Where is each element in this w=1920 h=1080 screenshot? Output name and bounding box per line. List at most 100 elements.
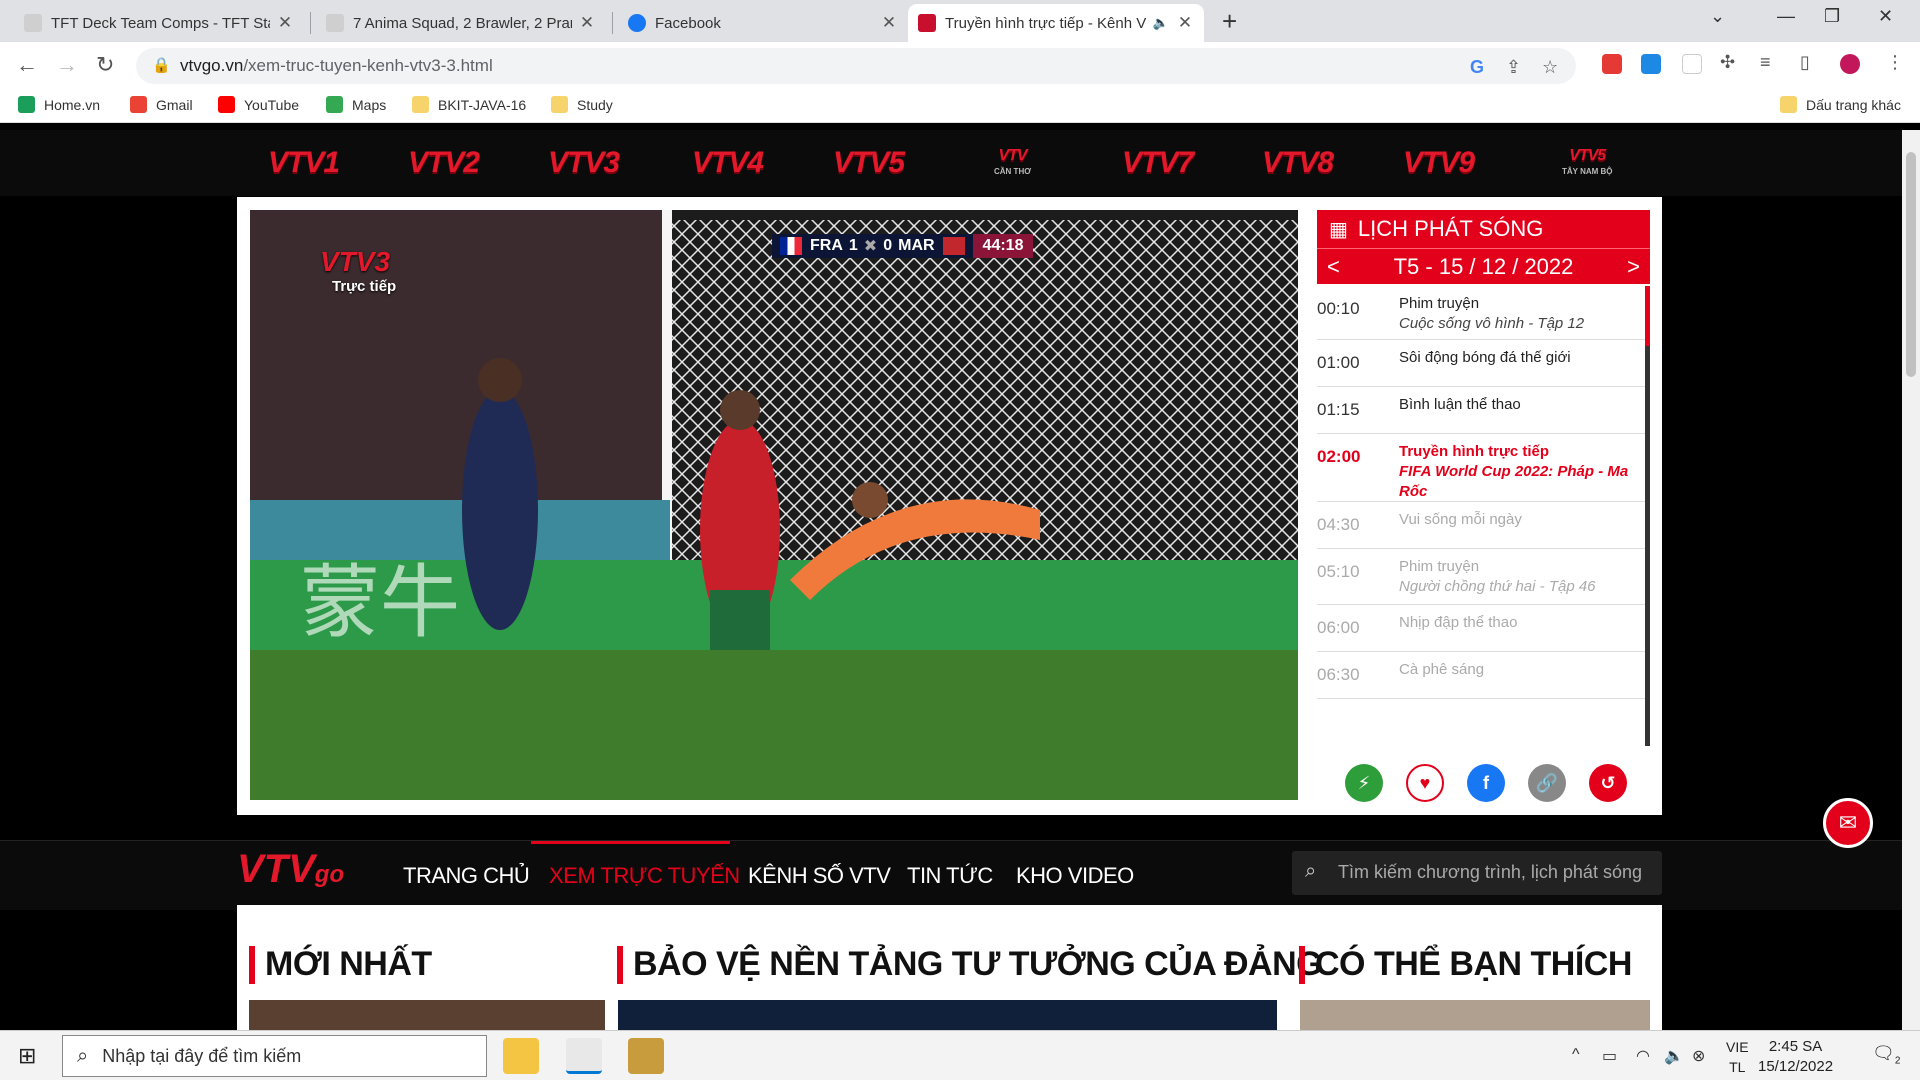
close-tab-icon[interactable]: ✕ bbox=[880, 13, 898, 33]
vtvgo-logo[interactable]: VTVgo bbox=[237, 847, 344, 892]
clock[interactable]: 2:45 SA 15/12/2022 bbox=[1758, 1037, 1833, 1077]
search-input[interactable]: Tìm kiếm chương trình, lịch phát sóng bbox=[1338, 862, 1642, 883]
channel-vtv8[interactable]: VTV8 bbox=[1262, 146, 1334, 180]
minimize-icon[interactable]: — bbox=[1777, 6, 1795, 27]
url-text[interactable]: vtvgo.vn/xem-truc-tuyen-kenh-vtv3-3.html bbox=[180, 56, 493, 76]
bookmark-bkit[interactable]: BKIT-JAVA-16 bbox=[412, 96, 526, 113]
channel-vtv2[interactable]: VTV2 bbox=[408, 146, 480, 180]
share-icon[interactable]: ⇪ bbox=[1506, 57, 1521, 78]
flash-icon[interactable]: ⚡ bbox=[1345, 764, 1383, 802]
thumbnail-image[interactable] bbox=[1300, 1000, 1650, 1030]
replay-icon[interactable]: ↺ bbox=[1589, 764, 1627, 802]
tab-title: TFT Deck Team Comps - TFT Stats bbox=[51, 14, 270, 32]
tab-search-icon[interactable]: ⌄ bbox=[1710, 6, 1725, 27]
bookmark-gmail[interactable]: Gmail bbox=[130, 96, 193, 113]
thumbnail-image[interactable] bbox=[249, 1000, 605, 1030]
bookmark-study[interactable]: Study bbox=[551, 96, 613, 113]
profile-avatar[interactable] bbox=[1840, 54, 1860, 74]
media-control-icon[interactable]: ≡ bbox=[1760, 52, 1771, 73]
next-day-button[interactable]: > bbox=[1627, 254, 1640, 280]
schedule-item[interactable]: 01:00 Sôi động bóng đá thế giới bbox=[1317, 340, 1650, 387]
close-window-icon[interactable]: ✕ bbox=[1878, 6, 1893, 27]
tab-facebook[interactable]: Facebook ✕ bbox=[618, 4, 908, 42]
extension-blue-icon[interactable] bbox=[1641, 54, 1661, 74]
side-panel-icon[interactable]: ▯ bbox=[1800, 52, 1810, 73]
schedule-item[interactable]: 06:00 Nhịp đập thể thao bbox=[1317, 605, 1650, 652]
schedule-item[interactable]: 05:10 Phim truyện Người chồng thứ hai - Tậ… bbox=[1317, 549, 1650, 605]
google-translate-icon[interactable]: G bbox=[1470, 57, 1484, 78]
schedule-item-live[interactable]: 02:00 Truyền hình trực tiếp FIFA World Cup… bbox=[1317, 434, 1650, 502]
reload-icon[interactable]: ↻ bbox=[96, 52, 114, 78]
link-icon[interactable]: 🔗 bbox=[1528, 764, 1566, 802]
facebook-share-icon[interactable]: f bbox=[1467, 764, 1505, 802]
bookmark-youtube[interactable]: YouTube bbox=[218, 96, 299, 113]
schedule-list: 00:10 Phim truyện Cuộc sống vô hình - Tập … bbox=[1317, 286, 1650, 746]
restore-icon[interactable]: ❐ bbox=[1824, 6, 1840, 27]
prev-day-button[interactable]: < bbox=[1327, 254, 1340, 280]
channel-vtv1[interactable]: VTV1 bbox=[268, 146, 340, 180]
channel-vtv5-can-tho[interactable]: VTV CẦN THƠ bbox=[994, 148, 1031, 180]
tab-anima-squad[interactable]: 7 Anima Squad, 2 Brawler, 2 Prank ✕ bbox=[316, 4, 606, 42]
schedule-item[interactable]: 04:30 Vui sống mỗi ngày bbox=[1317, 502, 1650, 549]
channel-vtv5[interactable]: VTV5 bbox=[833, 146, 905, 180]
channel-vtv5-tay-nam-bo[interactable]: VTV5 TÂY NAM BỘ bbox=[1562, 148, 1613, 180]
tab-tft-deck[interactable]: TFT Deck Team Comps - TFT Stats ✕ bbox=[14, 4, 304, 42]
address-bar[interactable]: 🔒 vtvgo.vn/xem-truc-tuyen-kenh-vtv3-3.ht… bbox=[136, 48, 1576, 84]
bookmark-maps[interactable]: Maps bbox=[326, 96, 386, 113]
schedule-item[interactable]: 06:30 Cà phê sáng bbox=[1317, 652, 1650, 699]
league-client-icon[interactable] bbox=[628, 1038, 664, 1074]
folder-icon bbox=[1780, 96, 1797, 113]
notification-icon[interactable]: 🗨2 bbox=[1872, 1043, 1900, 1067]
chat-button[interactable]: ✉ bbox=[1823, 798, 1873, 848]
bookmark-other[interactable]: Dấu trang khác bbox=[1780, 96, 1901, 113]
tab-strip: TFT Deck Team Comps - TFT Stats ✕ 7 Anim… bbox=[0, 0, 1920, 42]
windows-start-icon[interactable]: ⊞ bbox=[18, 1043, 36, 1069]
heart-icon[interactable]: ♥ bbox=[1406, 764, 1444, 802]
tray-chevron-icon[interactable]: ^ bbox=[1572, 1046, 1580, 1064]
back-icon[interactable]: ← bbox=[16, 52, 38, 78]
site-search[interactable]: ⌕ Tìm kiếm chương trình, lịch phát sóng bbox=[1292, 851, 1662, 895]
channel-vtv9[interactable]: VTV9 bbox=[1403, 146, 1475, 180]
volume-icon[interactable]: 🔈 bbox=[1664, 1046, 1684, 1066]
taskbar-search[interactable]: ⌕ Nhập tại đây để tìm kiếm bbox=[62, 1035, 487, 1077]
page-scrollbar[interactable] bbox=[1902, 130, 1920, 1030]
new-tab-button[interactable]: + bbox=[1222, 6, 1237, 37]
speaker-icon[interactable]: 🔈 bbox=[1152, 15, 1170, 31]
bookmark-star-icon[interactable]: ☆ bbox=[1542, 57, 1558, 78]
wifi-icon[interactable]: ◠ bbox=[1636, 1046, 1650, 1066]
channel-vtv7[interactable]: VTV7 bbox=[1122, 146, 1194, 180]
nav-home[interactable]: TRANG CHỦ bbox=[403, 863, 530, 889]
tab-vtv3-live[interactable]: Truyền hình trực tiếp - Kênh VTV3 🔈 ✕ bbox=[908, 4, 1204, 42]
folder-icon bbox=[551, 96, 568, 113]
thumbnail-image[interactable] bbox=[618, 1000, 1277, 1030]
extensions-puzzle-icon[interactable]: ✣ bbox=[1720, 52, 1735, 73]
nav-digital-channels[interactable]: KÊNH SỐ VTV bbox=[748, 863, 891, 889]
close-tab-icon[interactable]: ✕ bbox=[578, 13, 596, 33]
nav-video-archive[interactable]: KHO VIDEO bbox=[1016, 863, 1134, 889]
forward-icon[interactable]: → bbox=[56, 52, 78, 78]
language-indicator[interactable]: VIE TL bbox=[1726, 1037, 1749, 1077]
lock-icon[interactable]: 🔒 bbox=[152, 56, 171, 74]
bookmark-home[interactable]: Home.vn bbox=[18, 96, 100, 113]
extension-b-icon[interactable] bbox=[1682, 54, 1702, 74]
file-explorer-icon[interactable] bbox=[503, 1038, 539, 1074]
battery-icon[interactable]: ▭ bbox=[1602, 1046, 1617, 1066]
vtv-favicon-icon bbox=[918, 14, 936, 32]
nav-news[interactable]: TIN TỨC bbox=[907, 863, 993, 889]
schedule-scrollbar[interactable] bbox=[1645, 286, 1650, 746]
extension-pdf-icon[interactable] bbox=[1602, 54, 1622, 74]
broadcast-schedule: ▦ LỊCH PHÁT SÓNG < T5 - 15 / 12 / 2022 >… bbox=[1317, 210, 1650, 802]
schedule-item[interactable]: 00:10 Phim truyện Cuộc sống vô hình - Tập … bbox=[1317, 286, 1650, 340]
channel-vtv3[interactable]: VTV3 bbox=[548, 146, 620, 180]
active-nav-indicator bbox=[531, 841, 730, 844]
close-tab-icon[interactable]: ✕ bbox=[276, 13, 294, 33]
video-player[interactable]: 蒙牛 VTV3 Trực tiếp FRA 1 ✖ 0 MAR 44:18 bbox=[250, 210, 1298, 800]
dismiss-icon[interactable]: ⊗ bbox=[1692, 1046, 1705, 1066]
channel-vtv4[interactable]: VTV4 bbox=[692, 146, 764, 180]
chrome-icon[interactable] bbox=[566, 1038, 602, 1074]
nav-live[interactable]: XEM TRỰC TUYẾN bbox=[549, 863, 740, 889]
close-tab-icon[interactable]: ✕ bbox=[1176, 13, 1194, 33]
menu-kebab-icon[interactable]: ⋮ bbox=[1886, 52, 1904, 73]
schedule-item[interactable]: 01:15 Bình luận thể thao bbox=[1317, 387, 1650, 434]
main-navigation: VTVgo TRANG CHỦ XEM TRỰC TUYẾN KÊNH SỐ V… bbox=[0, 840, 1902, 910]
